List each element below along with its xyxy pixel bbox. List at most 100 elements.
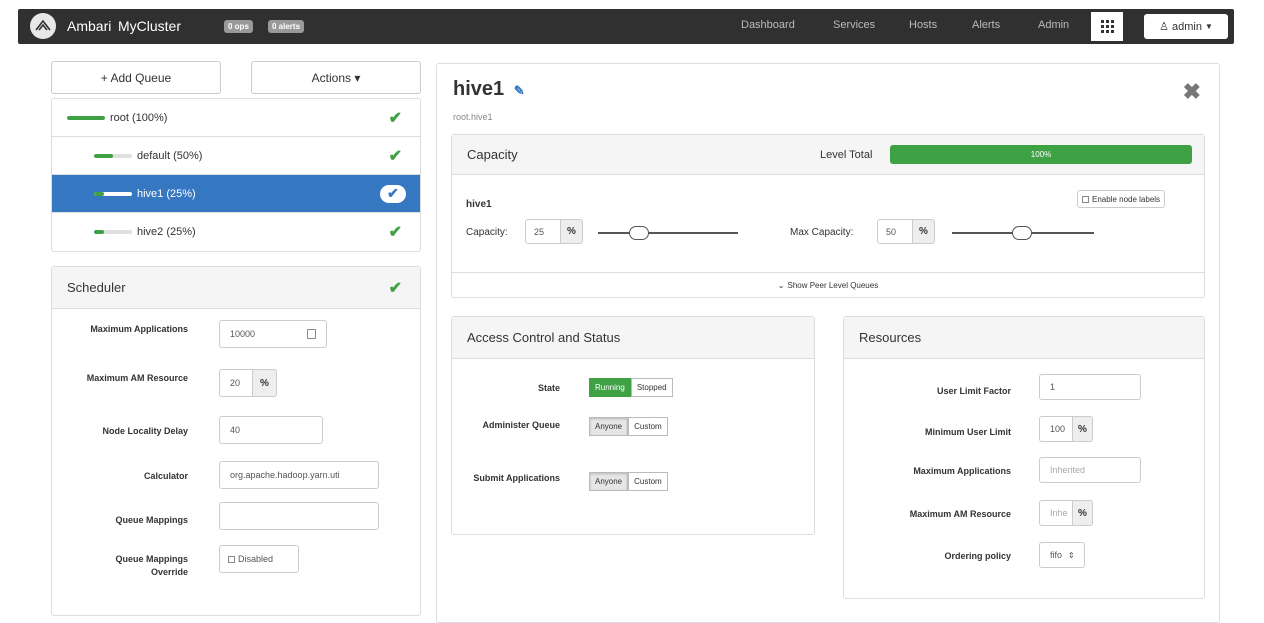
show-peer-text: Show Peer Level Queues [787,281,879,290]
queue-mappings-override-toggle[interactable]: Disabled [219,545,299,573]
actions-dropdown[interactable]: Actions ▾ [251,61,421,94]
percent-addon: % [1073,500,1093,526]
submit-applications-toggle[interactable]: Anyone Custom [589,472,668,491]
queue-mappings-label: Queue Mappings [115,515,188,525]
calculator-label: Calculator [143,471,188,481]
access-control-panel: Access Control and Status State Running … [451,316,815,535]
check-icon: ✔ [388,224,402,241]
resources-header: Resources [844,317,1204,359]
max-capacity-label: Max Capacity: [790,227,854,238]
level-total-value: 100% [1030,150,1052,159]
queue-label: root (100%) [110,111,168,124]
checkbox-icon [228,555,235,563]
level-total-label: Level Total [820,148,873,161]
edit-icon[interactable]: ✎ [514,83,525,98]
stopped-option[interactable]: Stopped [630,378,673,397]
access-control-header: Access Control and Status [452,317,814,359]
nav-admin[interactable]: Admin [1038,19,1069,31]
percent-addon: % [253,369,277,397]
user-limit-factor-input[interactable]: 1 [1039,374,1141,400]
max-am-resource-label: Maximum AM Resource [909,509,1011,519]
state-toggle[interactable]: Running Stopped [589,378,673,397]
ambari-logo-icon[interactable] [30,13,56,39]
nav-hosts[interactable]: Hosts [909,19,937,31]
capacity-slider-track[interactable] [598,232,738,234]
max-capacity-input[interactable]: 50 [877,219,913,244]
alerts-badge[interactable]: 0 alerts [268,20,305,33]
calculator-input[interactable]: org.apache.hadoop.yarn.uti [219,461,379,489]
brand-name[interactable]: Ambari [67,18,111,34]
queue-item-hive1[interactable]: hive1 (25%) ✔ [52,175,420,213]
max-applications-label: Maximum Applications [90,324,188,334]
queue-item-default[interactable]: default (50%) ✔ [52,137,420,175]
minimum-user-limit-label: Minimum User Limit [924,427,1011,437]
queue-label: default (50%) [137,149,203,162]
max-am-resource-input[interactable]: 20 [219,369,253,397]
checkbox-icon [1082,195,1089,203]
scheduler-title: Scheduler [67,280,126,295]
enable-node-labels-text: Enable node labels [1092,194,1161,204]
ordering-policy-label: Ordering policy [944,551,1011,561]
show-peer-queues-link[interactable]: ⌄ Show Peer Level Queues [452,272,1204,298]
grid-icon [1100,20,1114,33]
administer-queue-label: Administer Queue [482,420,560,430]
queue-mappings-input[interactable] [219,502,379,530]
queue-title-text: hive1 [453,78,505,100]
nav-alerts[interactable]: Alerts [972,19,1000,31]
capacity-slider-handle[interactable] [629,226,649,240]
queue-item-hive2[interactable]: hive2 (25%) ✔ [52,213,420,251]
nav-services[interactable]: Services [833,19,875,31]
max-applications-label: Maximum Applications [913,466,1011,476]
queue-list: root (100%) ✔ default (50%) ✔ hive1 (25%… [51,98,421,252]
submit-anyone-option[interactable]: Anyone [589,472,629,491]
capacity-panel: Capacity Level Total 100% hive1 Enable n… [451,134,1205,298]
add-queue-button[interactable]: + Add Queue [51,61,221,94]
level-total-bar: 100% [890,145,1192,164]
minimum-user-limit-input[interactable]: 100 [1039,416,1073,442]
node-locality-delay-input[interactable]: 40 [219,416,323,444]
views-grid-button[interactable] [1091,12,1123,41]
access-control-title: Access Control and Status [467,330,621,345]
ops-badge[interactable]: 0 ops [224,20,253,33]
submit-custom-option[interactable]: Custom [628,472,668,491]
queue-item-root[interactable]: root (100%) ✔ [52,99,420,137]
administer-queue-toggle[interactable]: Anyone Custom [589,417,668,436]
ordering-policy-select[interactable]: fifo ⇕ [1039,542,1085,568]
capacity-label: Capacity: [466,227,508,238]
queue-level-fill [94,153,113,158]
administer-anyone-option[interactable]: Anyone [589,417,629,436]
user-limit-factor-label: User Limit Factor [936,386,1011,396]
running-option[interactable]: Running [589,378,631,397]
user-menu-button[interactable]: ♙ admin ▼ [1144,14,1228,39]
capacity-title: Capacity [467,147,518,162]
level-total-fill: 100% [890,145,1192,164]
max-applications-input[interactable]: Inherited [1039,457,1141,483]
spinner-icon[interactable] [307,329,316,339]
nav-dashboard[interactable]: Dashboard [741,19,795,31]
max-capacity-slider-handle[interactable] [1012,226,1032,240]
max-am-resource-input[interactable]: Inhe [1039,500,1073,526]
check-icon: ✔ [388,147,402,165]
queue-level-bar [94,230,132,234]
ordering-policy-value: fifo [1050,550,1063,560]
queue-label: hive2 (25%) [137,226,196,238]
percent-addon: % [913,219,935,244]
resources-title: Resources [859,330,922,345]
top-navbar: Ambari MyCluster 0 ops 0 alerts Dashboar… [0,0,1264,47]
queue-level-fill [94,191,104,196]
capacity-header: Capacity Level Total 100% [452,135,1204,175]
enable-node-labels-toggle[interactable]: Enable node labels [1077,190,1166,208]
max-applications-input[interactable]: 10000 [219,320,327,348]
resources-panel: Resources User Limit Factor 1 Minimum Us… [843,316,1205,599]
chevron-down-icon: ⌄ [777,281,785,290]
administer-custom-option[interactable]: Custom [628,417,668,436]
capacity-input[interactable]: 25 [525,219,561,244]
override-value: Disabled [238,554,274,564]
queue-title: hive1 ✎ [453,78,525,101]
close-icon[interactable]: ✖ [1183,79,1201,105]
max-am-resource-label: Maximum AM Resource [86,373,188,383]
queue-label: hive1 (25%) [137,187,196,200]
user-icon: ♙ [1159,21,1169,33]
queue-detail-panel: hive1 ✎ root.hive1 ✖ Capacity Level Tota… [436,63,1220,623]
cluster-name[interactable]: MyCluster [118,18,181,34]
